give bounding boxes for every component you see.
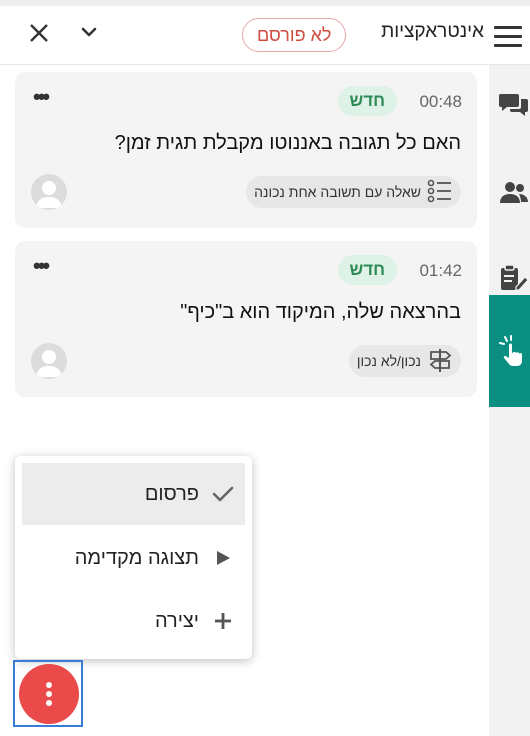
plus-icon: [211, 609, 235, 633]
menu-item-label: יצירה: [154, 609, 199, 632]
more-options-icon[interactable]: •••: [33, 255, 50, 277]
page-title: אינטראקציות: [381, 21, 484, 42]
actions-menu: פרסום תצוגה מקדימה יצירה: [15, 456, 252, 659]
vertical-dots-icon: [46, 682, 52, 706]
header: אינטראקציות לא פורסם: [0, 6, 530, 65]
timestamp: 01:42: [419, 261, 462, 280]
close-icon[interactable]: [28, 21, 50, 49]
menu-item-create[interactable]: יצירה: [22, 590, 245, 652]
question-text: האם כל תגובה באננוטו מקבלת תגית זמן?: [114, 132, 461, 154]
menu-item-publish[interactable]: פרסום: [22, 463, 245, 525]
people-icon[interactable]: [499, 178, 529, 208]
menu-icon[interactable]: [494, 26, 522, 48]
more-options-icon[interactable]: •••: [33, 86, 50, 108]
menu-item-preview[interactable]: תצוגה מקדימה: [22, 527, 245, 589]
avatar: [31, 174, 67, 210]
list-icon: [421, 178, 453, 207]
status-badge: לא פורסם: [242, 18, 347, 52]
interaction-card[interactable]: ••• חדש 00:48 האם כל תגובה באננוטו מקבלת…: [15, 72, 477, 228]
play-icon: [211, 546, 235, 570]
menu-item-label: פרסום: [144, 482, 199, 505]
avatar: [31, 343, 67, 379]
new-badge: חדש: [337, 86, 397, 116]
check-icon: [211, 482, 235, 506]
timestamp: 00:48: [419, 92, 462, 111]
menu-item-label: תצוגה מקדימה: [74, 546, 199, 569]
right-sidebar: [489, 65, 530, 736]
interaction-type-label: שאלה עם תשובה אחת נכונה: [254, 184, 421, 200]
tap-hand-icon: [499, 335, 529, 372]
chevron-down-icon[interactable]: [80, 25, 98, 44]
clipboard-edit-icon[interactable]: [499, 263, 529, 293]
interaction-card[interactable]: ••• חדש 01:42 בהרצאה שלה, המיקוד הוא ב"כ…: [15, 241, 477, 397]
signpost-icon: [421, 347, 453, 376]
new-badge: חדש: [337, 255, 397, 285]
sidebar-item-interactions[interactable]: [489, 295, 530, 407]
interaction-type-label: נכון/לא נכון: [356, 353, 421, 369]
more-actions-button[interactable]: [19, 664, 79, 724]
interaction-type-chip: שאלה עם תשובה אחת נכונה: [246, 176, 461, 208]
interaction-type-chip: נכון/לא נכון: [348, 345, 461, 377]
question-text: בהרצאה שלה, המיקוד הוא ב"כיף": [180, 301, 461, 323]
chat-bubbles-icon[interactable]: [499, 90, 529, 120]
